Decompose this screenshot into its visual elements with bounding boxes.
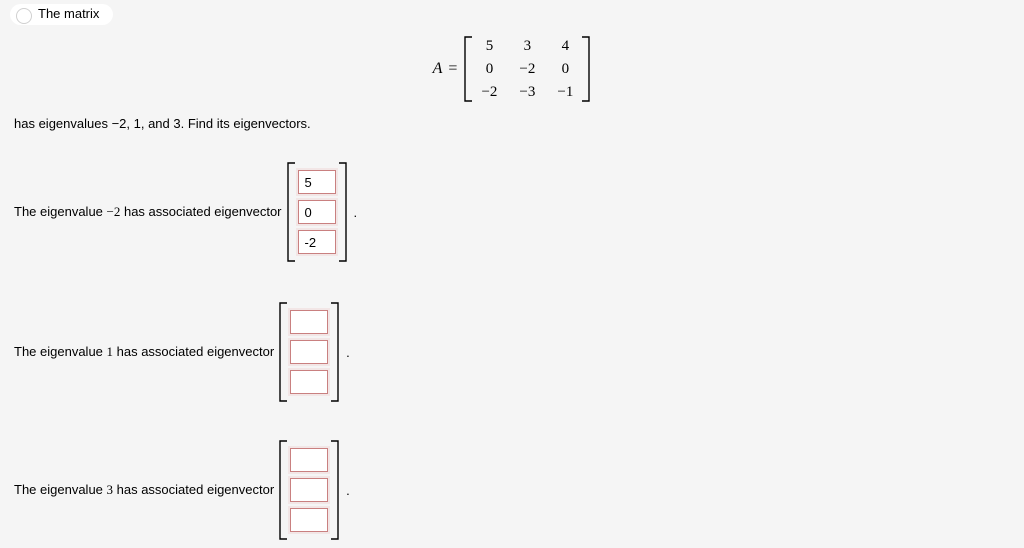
matrix-grid: 5 3 4 0 −2 0 −2 −3 −1 [473,38,581,101]
eigenvector-input[interactable] [290,478,328,502]
eigenvector-inputs [288,444,330,536]
matrix-cell: −1 [557,84,573,101]
eigenvector-input[interactable] [290,340,328,364]
eigenvector-bracket-group [278,440,340,540]
eigenvector-input[interactable] [290,448,328,472]
label-post: has associated eigenvector [120,204,281,219]
eigenvector-label: The eigenvalue −2 has associated eigenve… [14,204,282,220]
eigenvalue-value: −2 [107,204,121,219]
eigenvector-inputs [296,166,338,258]
right-bracket-icon [330,440,340,540]
eigenvector-input[interactable] [290,508,328,532]
label-pre: The eigenvalue [14,482,107,497]
label-pre: The eigenvalue [14,204,107,219]
eigenvector-inputs [288,306,330,398]
label-post: has associated eigenvector [113,482,274,497]
sentence-period: . [346,345,350,360]
equals-sign: = [448,60,457,78]
eigenvector-row-1: The eigenvalue 1 has associated eigenvec… [14,302,350,402]
eigenvector-bracket-group [278,302,340,402]
matrix-equation: A = 5 3 4 0 −2 0 −2 −3 −1 [0,36,1024,102]
left-bracket-icon [463,36,473,102]
eigenvector-row-3: The eigenvalue 3 has associated eigenvec… [14,440,350,540]
eigenvector-input[interactable] [298,200,336,224]
matrix-label: A [433,60,443,78]
eigenvector-input[interactable] [290,310,328,334]
label-post: has associated eigenvector [113,344,274,359]
intro-text: The matrix [38,6,99,21]
matrix-cell: −3 [519,84,535,101]
page-root: { "intro": "The matrix", "matrix": { "la… [0,0,1024,548]
eigenvector-input[interactable] [290,370,328,394]
eigenvector-row-neg2: The eigenvalue −2 has associated eigenve… [14,162,357,262]
sentence-period: . [346,483,350,498]
left-bracket-icon [278,302,288,402]
matrix-cell: 0 [481,61,497,78]
instructions-text: has eigenvalues −2, 1, and 3. Find its e… [14,116,311,131]
eigenvector-label: The eigenvalue 3 has associated eigenvec… [14,482,274,498]
matrix-cell: 4 [557,38,573,55]
left-bracket-icon [278,440,288,540]
right-bracket-icon [338,162,348,262]
eigenvector-bracket-group [286,162,348,262]
matrix-cell: −2 [481,84,497,101]
matrix-cell: 0 [557,61,573,78]
right-bracket-icon [581,36,591,102]
right-bracket-icon [330,302,340,402]
label-pre: The eigenvalue [14,344,107,359]
eigenvector-input[interactable] [298,170,336,194]
matrix-cell: 5 [481,38,497,55]
left-bracket-icon [286,162,296,262]
eigenvector-label: The eigenvalue 1 has associated eigenvec… [14,344,274,360]
matrix-cell: 3 [519,38,535,55]
matrix-cell: −2 [519,61,535,78]
question-intro-chip: The matrix [10,4,113,25]
sentence-period: . [354,205,358,220]
eigenvector-input[interactable] [298,230,336,254]
radio-outline-icon [16,8,32,24]
